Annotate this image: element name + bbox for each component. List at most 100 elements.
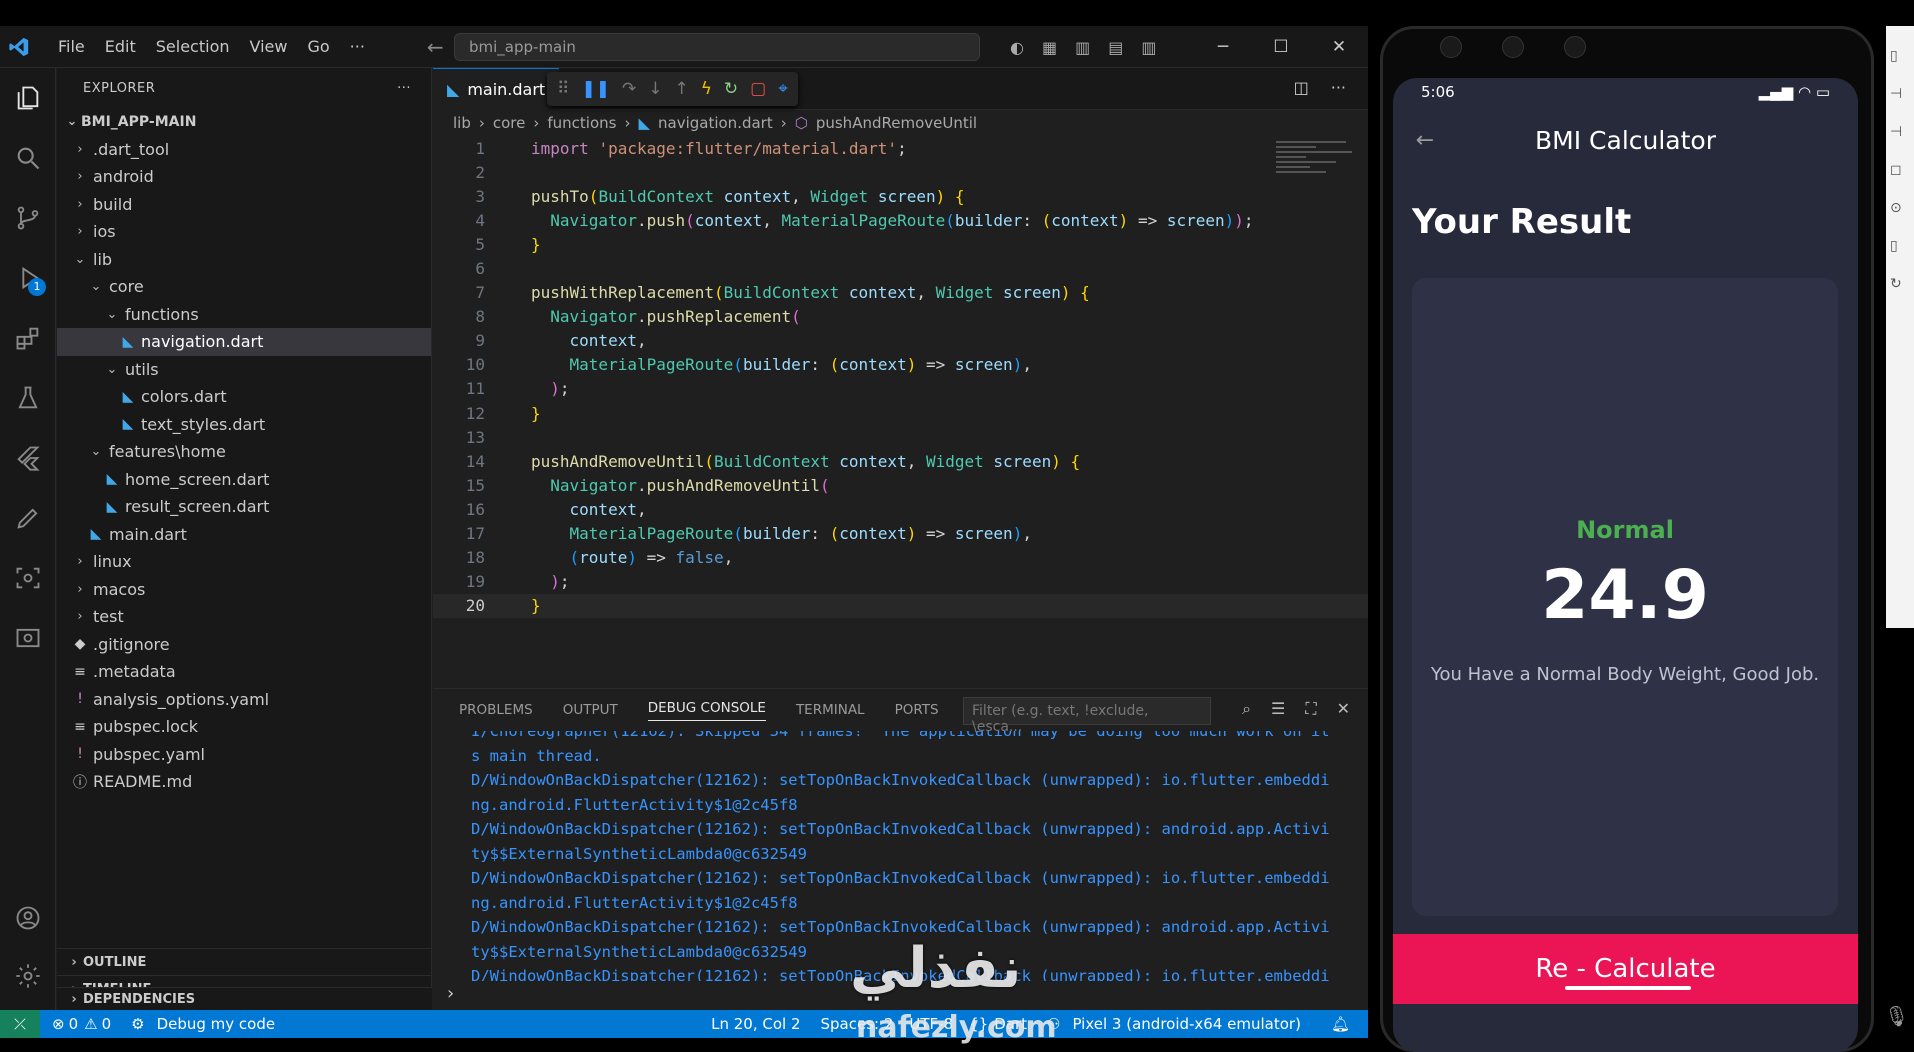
maximize-panel-icon[interactable]: ⛶ (1305, 699, 1316, 719)
minimize-icon[interactable]: ─ (1194, 26, 1252, 68)
breadcrumb-core[interactable]: core (493, 114, 526, 132)
pause-icon[interactable]: ❚❚ (581, 79, 610, 99)
stop-icon[interactable]: ▢ (750, 79, 766, 99)
flutter-icon[interactable] (0, 428, 56, 488)
console-filter-input[interactable]: Filter (e.g. text, !exclude, \esca... (963, 697, 1211, 735)
tree-item[interactable]: ! analysis_options.yaml (57, 686, 431, 714)
preview-icon[interactable] (0, 608, 56, 668)
tree-item[interactable]: ◣ home_screen.dart (57, 466, 431, 494)
menu-edit[interactable]: Edit (95, 37, 146, 56)
breadcrumb-lib[interactable]: lib (453, 114, 471, 132)
toolbar-icon[interactable]: ⊣ (1890, 124, 1914, 140)
breadcrumb-file[interactable]: navigation.dart (658, 114, 773, 132)
tree-item[interactable]: › build (57, 191, 431, 219)
edit-pen-icon[interactable] (0, 488, 56, 548)
menu-go[interactable]: Go (297, 37, 339, 56)
more-actions-icon[interactable]: ··· (397, 81, 411, 96)
minimap[interactable] (1276, 138, 1358, 198)
warning-count[interactable]: 0 (102, 1015, 112, 1033)
restart-icon[interactable]: ↻ (724, 79, 738, 99)
tree-item[interactable]: › ios (57, 218, 431, 246)
step-out-icon[interactable]: ↑ (674, 79, 688, 99)
explorer-icon[interactable] (0, 68, 56, 128)
tab-output[interactable]: OUTPUT (563, 702, 618, 718)
recalculate-button[interactable]: Re - Calculate (1393, 934, 1858, 1004)
toolbar-icon[interactable]: ▯ (1890, 48, 1914, 64)
code-editor[interactable]: 1 import 'package:flutter/material.dart';… (433, 136, 1368, 618)
toolbar-icon[interactable]: ▯ (1890, 238, 1914, 254)
error-count[interactable]: 0 (69, 1015, 79, 1033)
drag-handle-icon[interactable]: ⠿ (557, 79, 569, 99)
step-over-icon[interactable]: ↷ (622, 79, 636, 99)
tree-item[interactable]: ⌄ utils (57, 356, 431, 384)
maximize-icon[interactable]: ☐ (1252, 26, 1310, 68)
warnings-icon[interactable]: ⚠ (84, 1015, 97, 1033)
tree-item[interactable]: ◣ colors.dart (57, 383, 431, 411)
tab-problems[interactable]: PROBLEMS (459, 702, 533, 718)
tree-item[interactable]: ◣ result_screen.dart (57, 493, 431, 521)
tree-item[interactable]: ◣ text_styles.dart (57, 411, 431, 439)
toolbar-icon[interactable]: ⊙ (1890, 200, 1914, 216)
menu-selection[interactable]: Selection (146, 37, 240, 56)
close-panel-icon[interactable]: ✕ (1337, 699, 1350, 719)
back-arrow-icon[interactable]: ← (427, 35, 444, 59)
device-selector[interactable]: Pixel 3 (android-x64 emulator) (1072, 1015, 1300, 1033)
back-arrow-icon[interactable]: ← (1393, 128, 1457, 153)
menu-more[interactable]: ··· (340, 37, 375, 56)
search-icon[interactable] (0, 128, 56, 188)
step-into-icon[interactable]: ↓ (648, 79, 662, 99)
errors-icon[interactable]: ⊗ (52, 1015, 65, 1033)
tree-item[interactable]: ⓘ README.md (57, 768, 431, 796)
run-debug-icon[interactable]: 1 (0, 248, 56, 308)
notifications-icon[interactable]: 🔔︎ (1331, 1015, 1350, 1033)
source-control-icon[interactable] (0, 188, 56, 248)
extensions-icon[interactable] (0, 308, 56, 368)
tree-item[interactable]: ⌄ core (57, 273, 431, 301)
split-editor-icon[interactable]: ◫ (1294, 78, 1309, 97)
cursor-position[interactable]: Ln 20, Col 2 (711, 1015, 800, 1033)
tree-item[interactable]: ⌄ lib (57, 246, 431, 274)
toggle-sidebar-icon[interactable]: ▥ (1075, 38, 1090, 57)
tree-item[interactable]: › macos (57, 576, 431, 604)
tree-item[interactable]: ⌄ functions (57, 301, 431, 329)
tree-item[interactable]: › .dart_tool (57, 136, 431, 164)
copilot-icon[interactable]: ◐ (1010, 38, 1024, 57)
tree-item[interactable]: ≡ .metadata (57, 658, 431, 686)
tab-main-dart[interactable]: ◣ main.dart (433, 67, 560, 110)
tab-terminal[interactable]: TERMINAL (796, 702, 865, 718)
tree-item[interactable]: ⌄ features\home (57, 438, 431, 466)
toolbar-icon[interactable]: ◻ (1890, 162, 1914, 178)
clear-console-icon[interactable]: ☰ (1271, 699, 1285, 719)
tab-debug-console[interactable]: DEBUG CONSOLE (647, 700, 766, 721)
tab-ports[interactable]: PORTS (895, 702, 939, 718)
tree-item[interactable]: ◣ main.dart (57, 521, 431, 549)
microphone-icon[interactable]: 🎙︎ (1884, 1004, 1909, 1028)
tree-item[interactable]: ≡ pubspec.lock (57, 713, 431, 741)
tree-item[interactable]: ◆ .gitignore (57, 631, 431, 659)
tree-item[interactable]: › linux (57, 548, 431, 576)
toolbar-icon[interactable]: ⊣ (1890, 86, 1914, 102)
widget-inspector-icon[interactable]: ⌖ (778, 79, 788, 99)
home-indicator[interactable] (1565, 986, 1691, 990)
settings-gear-icon[interactable] (0, 946, 56, 1006)
tree-item[interactable]: ! pubspec.yaml (57, 741, 431, 769)
toggle-panel-icon[interactable]: ▤ (1108, 38, 1123, 57)
inspect-icon[interactable] (0, 548, 56, 608)
search-icon[interactable]: ⌕ (1242, 699, 1251, 719)
tree-item[interactable]: › test (57, 603, 431, 631)
outline-section[interactable]: › OUTLINE (57, 948, 432, 975)
editor-more-icon[interactable]: ··· (1331, 78, 1346, 97)
breadcrumb-symbol[interactable]: pushAndRemoveUntil (816, 114, 977, 132)
menu-file[interactable]: File (48, 37, 95, 56)
command-center-search[interactable]: bmi_app-main (454, 33, 980, 61)
toggle-secondary-sidebar-icon[interactable]: ▥ (1141, 38, 1156, 57)
debug-config[interactable]: Debug my code (157, 1015, 276, 1033)
menu-view[interactable]: View (240, 37, 298, 56)
tree-item[interactable]: › android (57, 163, 431, 191)
dependencies-section[interactable]: › DEPENDENCIES (57, 987, 432, 1010)
tree-item[interactable]: ◣ navigation.dart (57, 328, 431, 356)
toolbar-icon[interactable]: ↻ (1890, 276, 1914, 292)
console-prompt-icon[interactable]: › (447, 983, 454, 1004)
customize-layout-icon[interactable]: ▦ (1042, 38, 1057, 57)
hot-reload-icon[interactable]: ϟ (701, 79, 712, 99)
